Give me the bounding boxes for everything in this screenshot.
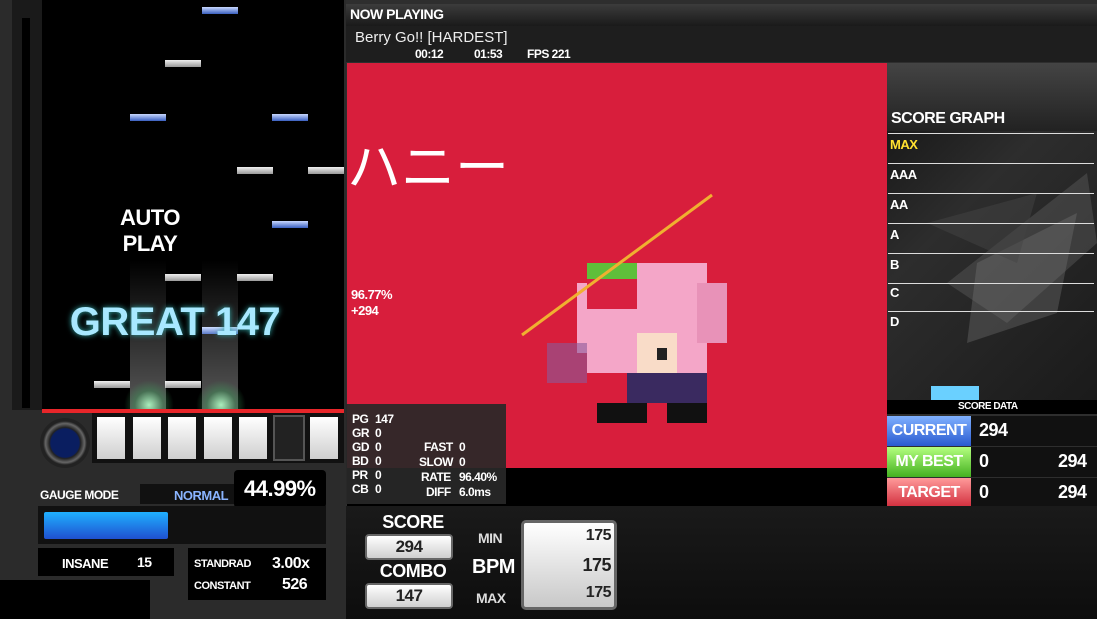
grade-label-aaa: AAA (890, 167, 917, 182)
song-title: Berry Go!! [HARDEST] (355, 29, 508, 46)
current-score: 294 (979, 420, 1008, 440)
hispeed-mode: STANDRAD (194, 558, 251, 570)
note (272, 114, 308, 121)
mybest-label: MY BEST (887, 447, 971, 477)
target-score: 0 (979, 482, 989, 502)
note (165, 60, 201, 67)
fast-label: FAST (424, 440, 453, 454)
cb-count: 0 (375, 482, 382, 496)
mybest-score: 0 (979, 451, 989, 471)
score-graph-title: SCORE GRAPH (891, 110, 1005, 127)
left-footer (0, 580, 150, 619)
slow-label: SLOW (419, 455, 454, 469)
current-score-bar (931, 386, 979, 400)
gd-label: GD (352, 440, 370, 454)
overlay-rate: 96.77% (351, 287, 393, 302)
bpm-min-label: MIN (478, 530, 503, 546)
bpm-max-value: 175 (585, 584, 612, 601)
bpm-current-value: 175 (582, 555, 611, 575)
judge-display: GREAT 147 (69, 300, 281, 344)
now-playing-label: NOW PLAYING (350, 6, 444, 22)
bpm-min-value: 175 (585, 527, 612, 544)
pg-label: PG (352, 412, 369, 426)
grade-line (888, 163, 1094, 164)
key-7 (308, 415, 340, 461)
note (272, 221, 308, 228)
gr-label: GR (352, 426, 370, 440)
overlay-diff: +294 (351, 303, 379, 318)
key-6 (273, 415, 305, 461)
auto-play-indicator: AUTO PLAY (120, 205, 180, 256)
gauge-fill (44, 512, 168, 539)
combo-label: COMBO (379, 561, 447, 581)
gr-count: 0 (375, 426, 382, 440)
turntable-icon (40, 418, 90, 468)
score-label: SCORE (382, 512, 444, 532)
bpm-max-label: MAX (476, 590, 506, 606)
grade-label-aa: AA (890, 197, 908, 212)
grade-line (888, 193, 1094, 194)
header-bar (346, 4, 1097, 26)
pr-label: PR (352, 468, 368, 482)
slow-count: 0 (459, 455, 466, 469)
pr-count: 0 (375, 468, 382, 482)
combo-value: 147 (365, 583, 453, 609)
difficulty-label: INSANE (62, 556, 109, 571)
target-label: TARGET (887, 478, 971, 508)
gauge-percent: 44.99% (244, 476, 316, 501)
note (94, 381, 130, 388)
bpm-label: BPM (472, 556, 515, 578)
note (130, 114, 166, 121)
score-data-label: SCORE DATA (958, 401, 1018, 412)
grade-line (888, 133, 1094, 134)
key-2 (131, 415, 163, 461)
hispeed-value: 3.00x (272, 555, 310, 572)
progress-track (22, 18, 30, 408)
difficulty-level: 15 (137, 554, 152, 570)
grade-line (888, 283, 1094, 284)
key-5 (237, 415, 269, 461)
diff-value: 6.0ms (459, 485, 491, 499)
grade-line (888, 311, 1094, 312)
gd-count: 0 (375, 440, 382, 454)
bd-label: BD (352, 454, 369, 468)
rate-label: RATE (421, 470, 451, 484)
key-3 (166, 415, 198, 461)
constant-value: 526 (282, 576, 308, 593)
cb-label: CB (352, 482, 369, 496)
pg-count: 147 (375, 412, 394, 426)
note (165, 381, 201, 388)
note (165, 274, 201, 281)
bd-count: 0 (375, 454, 382, 468)
note (237, 274, 273, 281)
gauge-mode-label: GAUGE MODE (40, 488, 119, 502)
diff-label: DIFF (426, 485, 451, 499)
constant-label: CONSTANT (194, 580, 251, 592)
score-value: 294 (365, 534, 453, 560)
fps-counter: FPS 221 (527, 47, 571, 61)
grade-label-d: D (890, 314, 899, 329)
gauge-type: NORMAL (174, 488, 229, 503)
target-goal-score: 294 (1058, 482, 1087, 502)
current-label: CURRENT (887, 416, 971, 446)
rate-value: 96.40% (459, 470, 497, 484)
grade-label-c: C (890, 285, 899, 300)
note (308, 167, 344, 174)
grade-label-a: A (890, 227, 899, 242)
key-4 (202, 415, 234, 461)
note (237, 167, 273, 174)
grade-label-max: MAX (890, 137, 918, 152)
mybest-target-score: 294 (1058, 451, 1087, 471)
fast-count: 0 (459, 440, 466, 454)
bottom-panel (346, 506, 1097, 619)
grade-line (888, 253, 1094, 254)
grade-label-b: B (890, 257, 899, 272)
key-1 (95, 415, 127, 461)
total-time: 01:53 (474, 47, 503, 61)
note (202, 7, 238, 14)
grade-line (888, 223, 1094, 224)
elapsed-time: 00:12 (415, 47, 444, 61)
